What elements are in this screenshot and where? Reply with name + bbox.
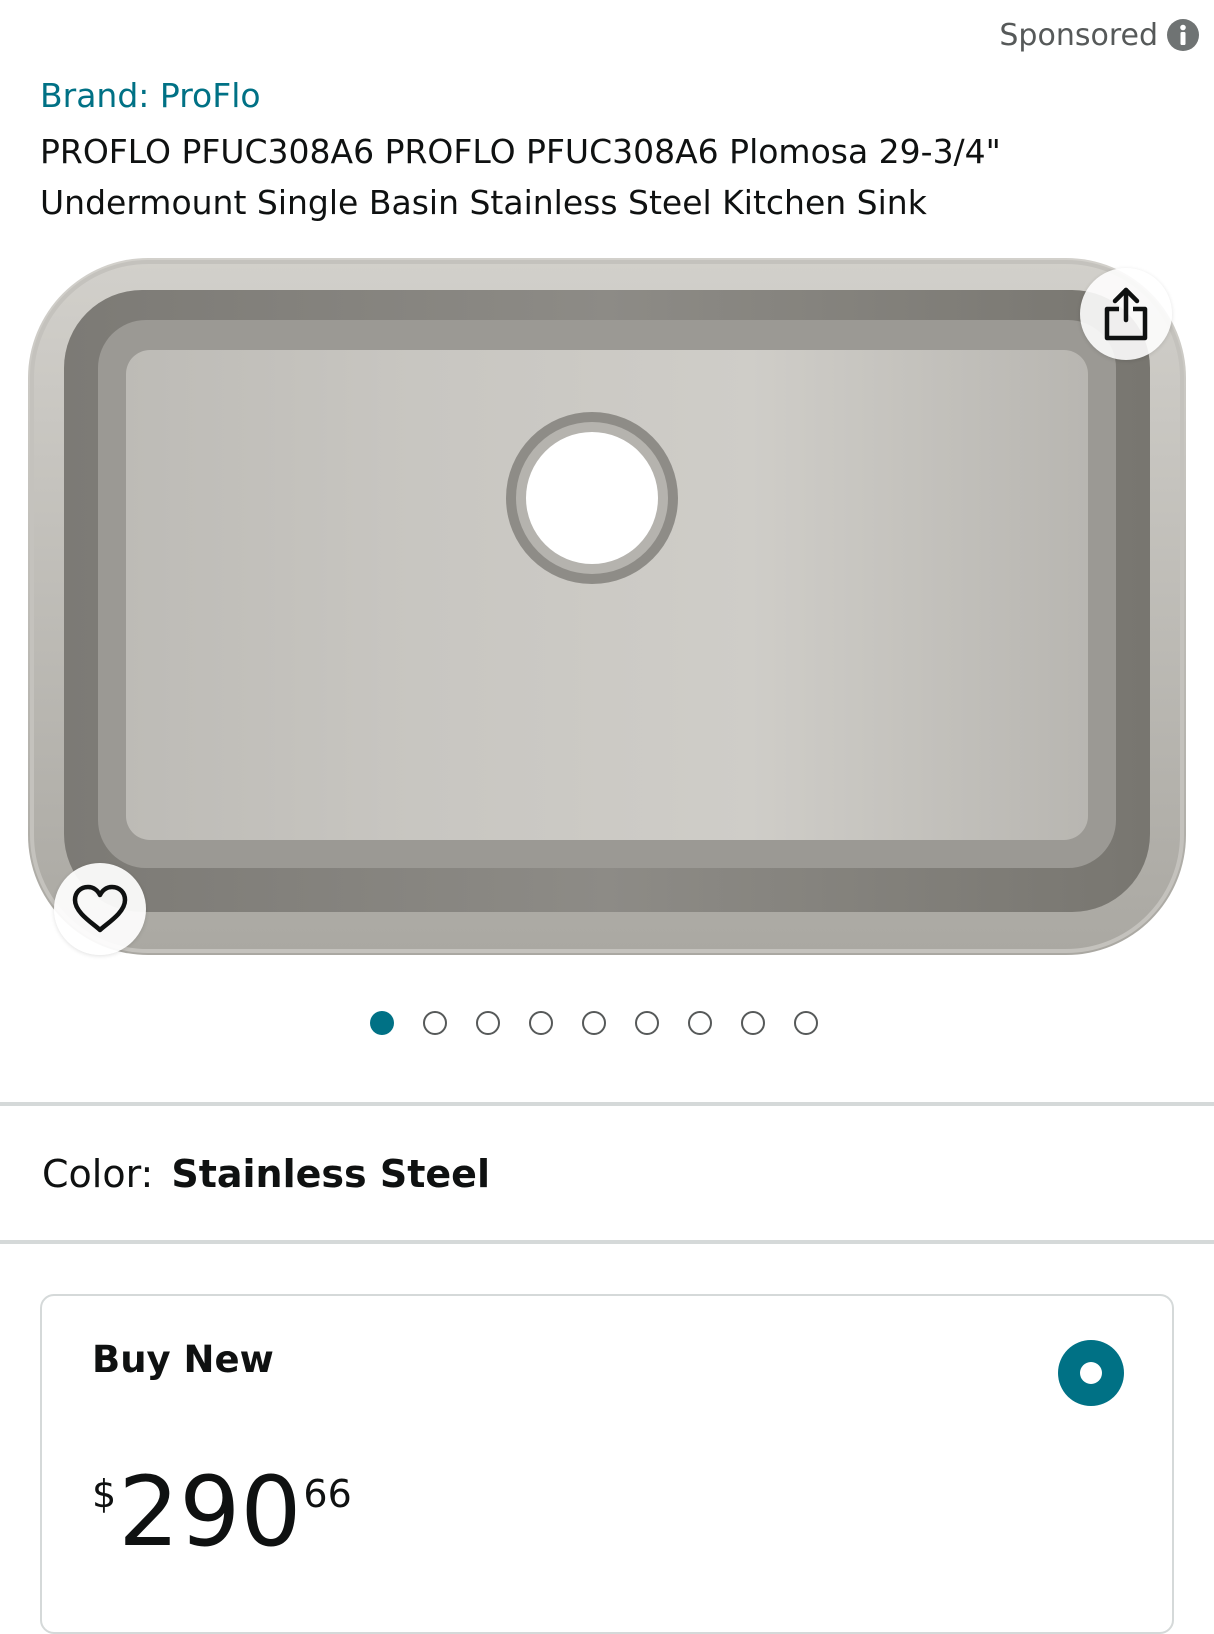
pagination-dot-7[interactable]: [688, 1011, 712, 1035]
info-icon[interactable]: [1166, 18, 1200, 52]
heart-icon: [72, 884, 128, 933]
price-fraction: 66: [303, 1472, 352, 1516]
product-image-carousel[interactable]: [0, 252, 1214, 962]
wishlist-button[interactable]: [54, 863, 146, 955]
pagination-dot-8[interactable]: [741, 1011, 765, 1035]
color-selection-row[interactable]: Color: Stainless Steel: [42, 1152, 490, 1196]
price-whole: 290: [118, 1456, 302, 1568]
pagination-dot-9[interactable]: [794, 1011, 818, 1035]
pagination-dot-1[interactable]: [370, 1011, 394, 1035]
section-divider: [0, 1102, 1214, 1106]
pagination-dot-4[interactable]: [529, 1011, 553, 1035]
product-title: PROFLO PFUC308A6 PROFLO PFUC308A6 Plomos…: [40, 132, 1001, 222]
pagination-dot-5[interactable]: [582, 1011, 606, 1035]
pagination-dot-6[interactable]: [635, 1011, 659, 1035]
radio-selected-indicator: [1080, 1362, 1102, 1384]
pagination-dot-2[interactable]: [423, 1011, 447, 1035]
pagination-dot-3[interactable]: [476, 1011, 500, 1035]
buy-new-label: Buy New: [92, 1338, 274, 1381]
buy-new-option[interactable]: Buy New $ 290 66: [40, 1294, 1174, 1634]
buy-new-radio[interactable]: [1058, 1340, 1124, 1406]
share-button[interactable]: [1080, 268, 1172, 360]
sponsored-label: Sponsored: [999, 17, 1158, 53]
sponsored-label-row[interactable]: Sponsored: [999, 14, 1200, 56]
image-pagination[interactable]: [0, 1011, 1201, 1041]
product-image: [28, 258, 1186, 955]
brand-link[interactable]: Brand: ProFlo: [40, 76, 261, 115]
color-label: Color:: [42, 1152, 154, 1196]
color-value: Stainless Steel: [171, 1152, 490, 1196]
section-divider: [0, 1240, 1214, 1244]
share-icon: [1104, 287, 1148, 341]
price-currency-symbol: $: [92, 1472, 117, 1516]
price: $ 290 66: [92, 1464, 352, 1560]
